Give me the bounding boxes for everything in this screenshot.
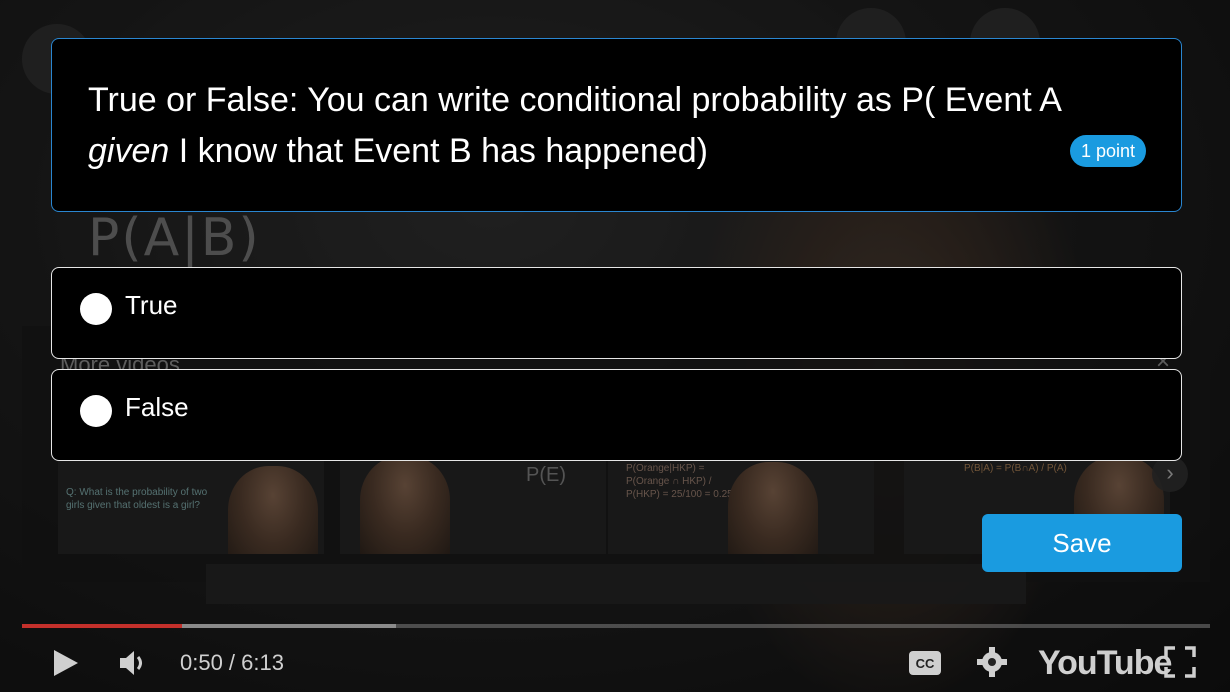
question-text: True or False: You can write conditional… — [88, 75, 1088, 177]
answer-option-true[interactable]: True — [51, 267, 1182, 359]
progress-bar[interactable] — [22, 624, 1210, 628]
gear-icon[interactable] — [976, 646, 1008, 683]
radio-button[interactable] — [80, 395, 112, 427]
play-icon[interactable] — [50, 648, 80, 683]
question-text-part2: I know that Event B has happened) — [169, 132, 708, 170]
fullscreen-icon[interactable] — [1164, 646, 1196, 683]
question-text-part1: True or False: You can write conditional… — [88, 81, 1062, 119]
player-controls: 0:50 / 6:13 CC YouTube — [0, 636, 1230, 692]
answer-option-false[interactable]: False — [51, 369, 1182, 461]
answer-option-label: True — [125, 290, 178, 320]
radio-button[interactable] — [80, 293, 112, 325]
answer-option-label: False — [125, 392, 189, 422]
volume-icon[interactable] — [118, 648, 148, 683]
cc-icon[interactable]: CC — [908, 650, 942, 681]
save-button[interactable]: Save — [982, 514, 1182, 572]
svg-text:CC: CC — [916, 656, 935, 671]
youtube-logo[interactable]: YouTube — [1038, 644, 1172, 683]
question-emphasis: given — [88, 132, 170, 170]
question-card: True or False: You can write conditional… — [51, 38, 1182, 212]
points-badge: 1 point — [1069, 135, 1146, 167]
time-display: 0:50 / 6:13 — [180, 650, 284, 675]
progress-played — [22, 624, 183, 628]
